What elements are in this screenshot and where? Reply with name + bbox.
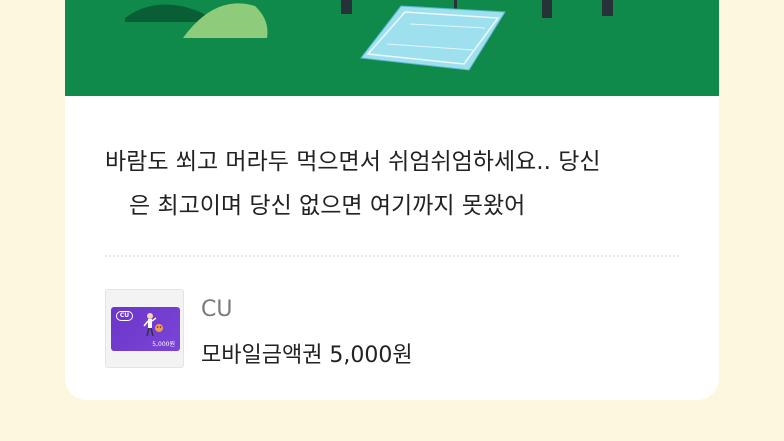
product-name: 모바일금액권 5,000원 bbox=[201, 343, 413, 368]
gift-message-card: 바람도 쐬고 머라두 먹으면서 쉬엄쉬엄하세요.. 당신 은 최고이며 당신 없… bbox=[65, 0, 719, 400]
dotted-divider bbox=[105, 255, 679, 257]
product-brand: CU bbox=[201, 297, 233, 322]
giftcard-amount: 5,000원 bbox=[152, 341, 175, 348]
product-thumbnail: CU 5,000원 bbox=[105, 289, 184, 368]
gift-message: 바람도 쐬고 머라두 먹으면서 쉬엄쉬엄하세요.. 당신 은 최고이며 당신 없… bbox=[105, 140, 695, 228]
picnic-park-icon bbox=[65, 0, 719, 96]
cu-giftcard-icon: CU 5,000원 bbox=[111, 307, 180, 351]
gift-message-line-2: 은 최고이며 당신 없으면 여기까지 못왔어 bbox=[129, 193, 526, 219]
picnic-illustration bbox=[65, 0, 719, 96]
gift-message-line-1: 바람도 쐬고 머라두 먹으면서 쉬엄쉬엄하세요.. 당신 bbox=[105, 149, 601, 175]
product-item[interactable]: CU 5,000원 CU 모바일금액권 5,000원 bbox=[105, 289, 679, 369]
